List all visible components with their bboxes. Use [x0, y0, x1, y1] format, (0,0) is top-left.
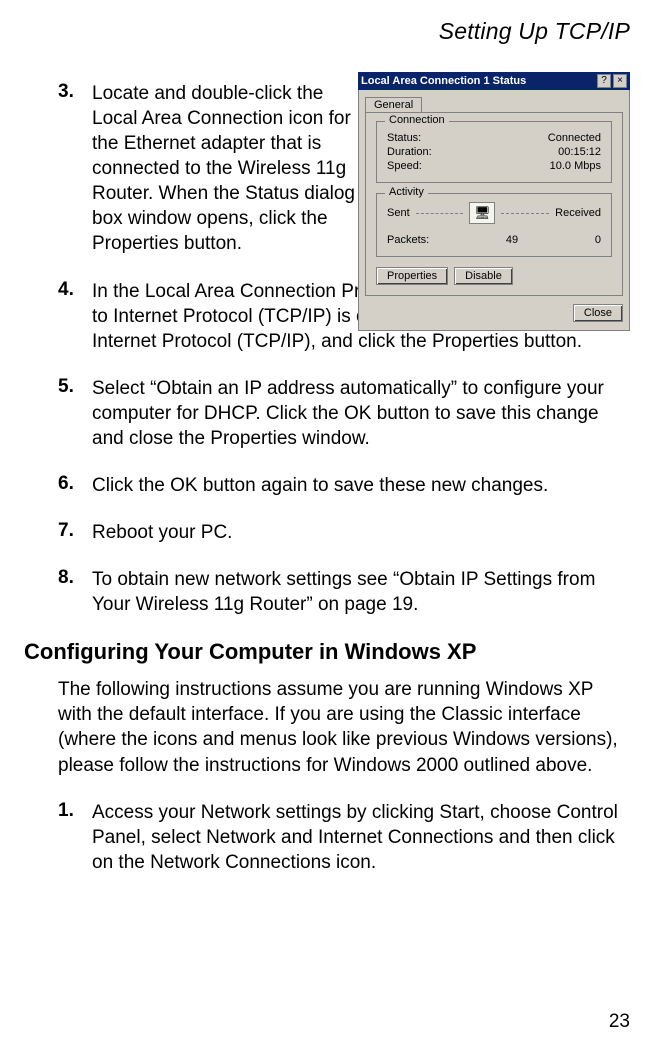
connection-legend: Connection [385, 114, 449, 126]
packets-sent: 49 [506, 234, 518, 246]
dialog-titlebar: Local Area Connection 1 Status ? × [358, 72, 630, 90]
packets-row: Packets: 49 0 [387, 234, 601, 246]
status-row: Status: Connected [387, 132, 601, 144]
page-number: 23 [609, 1011, 630, 1033]
status-dialog: Local Area Connection 1 Status ? × Gener… [358, 72, 630, 331]
step-8: 8. To obtain new network settings see “O… [58, 567, 630, 617]
section-heading: Configuring Your Computer in Windows XP [24, 639, 630, 665]
close-icon[interactable]: × [613, 74, 627, 88]
step-6-text: Click the OK button again to save these … [92, 473, 630, 498]
xp-step-1-text: Access your Network settings by clicking… [92, 800, 630, 875]
tab-general[interactable]: General [365, 97, 422, 112]
separator-right [501, 213, 549, 214]
status-label: Status: [387, 132, 421, 144]
received-label: Received [555, 207, 601, 219]
duration-row: Duration: 00:15:12 [387, 146, 601, 158]
running-head: Setting Up TCP/IP [24, 18, 630, 45]
duration-value: 00:15:12 [558, 146, 601, 158]
step-7-number: 7. [58, 520, 92, 542]
packets-received: 0 [595, 234, 601, 246]
tab-panel: Connection Status: Connected Duration: 0… [365, 112, 623, 296]
speed-label: Speed: [387, 160, 422, 172]
xp-content: 1. Access your Network settings by click… [24, 800, 630, 875]
status-value: Connected [548, 132, 601, 144]
activity-legend: Activity [385, 186, 428, 198]
activity-header: Sent 🖥 Received [387, 202, 601, 224]
properties-button[interactable]: Properties [376, 267, 448, 285]
step-4-number: 4. [58, 279, 92, 301]
packets-label: Packets: [387, 234, 429, 246]
close-row: Close [365, 304, 623, 322]
xp-step-1: 1. Access your Network settings by click… [58, 800, 630, 875]
sent-label: Sent [387, 207, 410, 219]
step-3-number: 3. [58, 81, 92, 103]
speed-value: 10.0 Mbps [550, 160, 601, 172]
connection-group: Connection Status: Connected Duration: 0… [376, 121, 612, 183]
disable-button[interactable]: Disable [454, 267, 513, 285]
activity-group: Activity Sent 🖥 Received Packets: 49 0 [376, 193, 612, 257]
dialog-title: Local Area Connection 1 Status [361, 75, 595, 87]
separator-left [416, 213, 464, 214]
help-icon[interactable]: ? [597, 74, 611, 88]
step-6-number: 6. [58, 473, 92, 495]
step-6: 6. Click the OK button again to save the… [58, 473, 630, 498]
duration-label: Duration: [387, 146, 432, 158]
step-8-number: 8. [58, 567, 92, 589]
computer-icon: 🖥 [469, 202, 495, 224]
step-5-number: 5. [58, 376, 92, 398]
dialog-body: General Connection Status: Connected Dur… [358, 90, 630, 331]
close-button[interactable]: Close [573, 304, 623, 322]
step-5-text: Select “Obtain an IP address automatical… [92, 376, 630, 451]
step-5: 5. Select “Obtain an IP address automati… [58, 376, 630, 451]
step-8-text: To obtain new network settings see “Obta… [92, 567, 630, 617]
step-7: 7. Reboot your PC. [58, 520, 630, 545]
step-7-text: Reboot your PC. [92, 520, 630, 545]
xp-step-1-number: 1. [58, 800, 92, 822]
section-intro: The following instructions assume you ar… [24, 677, 630, 777]
step-3-text: Locate and double-click the Local Area C… [92, 81, 362, 257]
speed-row: Speed: 10.0 Mbps [387, 160, 601, 172]
dialog-button-row: Properties Disable [376, 267, 612, 285]
